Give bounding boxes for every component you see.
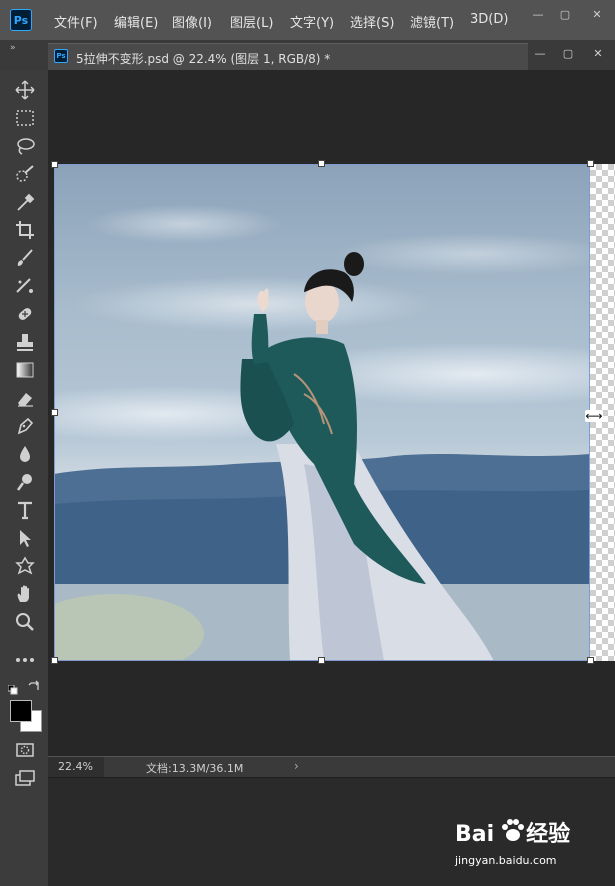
transform-handle-bottom[interactable] (318, 657, 325, 664)
photoshop-logo: Ps (10, 9, 32, 31)
watermark-brand-right: 经验 (526, 822, 571, 847)
status-menu-arrow-icon[interactable]: › (294, 759, 299, 773)
eyedropper-tool-icon[interactable] (12, 190, 38, 214)
maximize-button[interactable]: ▢ (555, 6, 575, 24)
transform-handle-top-right[interactable] (587, 160, 594, 167)
menu-filter[interactable]: 滤镜(T) (410, 12, 454, 31)
marquee-tool-icon[interactable] (12, 106, 38, 130)
document-tab[interactable]: Ps 5拉伸不变形.psd @ 22.4% (图层 1, RGB/8) * (48, 43, 528, 70)
move-tool-icon[interactable] (12, 78, 38, 102)
brush-tool-icon[interactable] (12, 246, 38, 270)
zoom-level[interactable]: 22.4% (48, 757, 104, 777)
horizontal-resize-cursor-icon: ⟷ (585, 409, 603, 423)
menu-file[interactable]: 文件(F) (54, 12, 98, 31)
watermark-url: jingyan.baidu.com (455, 854, 557, 867)
menu-type[interactable]: 文字(Y) (290, 12, 334, 31)
quick-select-tool-icon[interactable] (12, 162, 38, 186)
path-select-tool-icon[interactable] (12, 526, 38, 550)
menu-bar: Ps 文件(F) 编辑(E) 图像(I) 图层(L) 文字(Y) 选择(S) 滤… (0, 0, 615, 40)
transform-handle-left[interactable] (51, 409, 58, 416)
screen-mode-icon[interactable] (12, 766, 38, 790)
baidu-paw-icon (502, 819, 524, 841)
transform-handle-bottom-left[interactable] (51, 657, 58, 664)
type-tool-icon[interactable] (12, 498, 38, 522)
menu-edit[interactable]: 编辑(E) (114, 12, 158, 31)
blur-tool-icon[interactable] (12, 442, 38, 466)
menu-select[interactable]: 选择(S) (350, 12, 394, 31)
close-button[interactable]: ✕ (587, 6, 607, 24)
dodge-tool-icon[interactable] (12, 470, 38, 494)
doc-close-button[interactable]: ✕ (588, 45, 608, 63)
shape-tool-icon[interactable] (12, 554, 38, 578)
menu-image[interactable]: 图像(I) (172, 12, 212, 31)
transform-handle-top[interactable] (318, 160, 325, 167)
default-colors-icon[interactable] (7, 680, 18, 695)
psd-file-icon: Ps (54, 49, 68, 63)
transform-bounding-box[interactable] (54, 164, 590, 661)
menu-3d[interactable]: 3D(D) (470, 12, 508, 27)
document-title: 5拉伸不变形.psd @ 22.4% (图层 1, RGB/8) * (76, 52, 331, 66)
doc-maximize-button[interactable]: ▢ (558, 45, 578, 63)
tools-panel (0, 70, 49, 886)
transform-handle-bottom-right[interactable] (587, 657, 594, 664)
zoom-tool-icon[interactable] (12, 610, 38, 634)
foreground-color-swatch[interactable] (10, 700, 32, 722)
eraser-tool-icon[interactable] (12, 386, 38, 410)
baidu-watermark: Bai 经验 jingyan.baidu.com (455, 816, 585, 876)
quick-mask-icon[interactable] (12, 738, 38, 762)
swap-colors-icon[interactable] (28, 678, 42, 692)
crop-tool-icon[interactable] (12, 218, 38, 242)
minimize-button[interactable]: — (528, 6, 548, 24)
transform-handle-top-left[interactable] (51, 161, 58, 168)
panel-toggle-icon[interactable]: » (10, 43, 16, 53)
hand-tool-icon[interactable] (12, 582, 38, 606)
doc-minimize-button[interactable]: — (530, 45, 550, 63)
gradient-tool-icon[interactable] (12, 358, 38, 382)
status-bar: 22.4% 文档:13.3M/36.1M › (48, 756, 615, 778)
stamp-tool-icon[interactable] (12, 330, 38, 354)
watermark-brand-left: Bai (455, 822, 495, 847)
document-info: 文档:13.3M/36.1M (146, 762, 244, 775)
lasso-tool-icon[interactable] (12, 134, 38, 158)
healing-tool-icon[interactable] (12, 274, 38, 298)
more-tools-icon[interactable] (12, 648, 38, 672)
pen-tool-icon[interactable] (12, 414, 38, 438)
patch-tool-icon[interactable] (12, 302, 38, 326)
menu-layer[interactable]: 图层(L) (230, 12, 273, 31)
